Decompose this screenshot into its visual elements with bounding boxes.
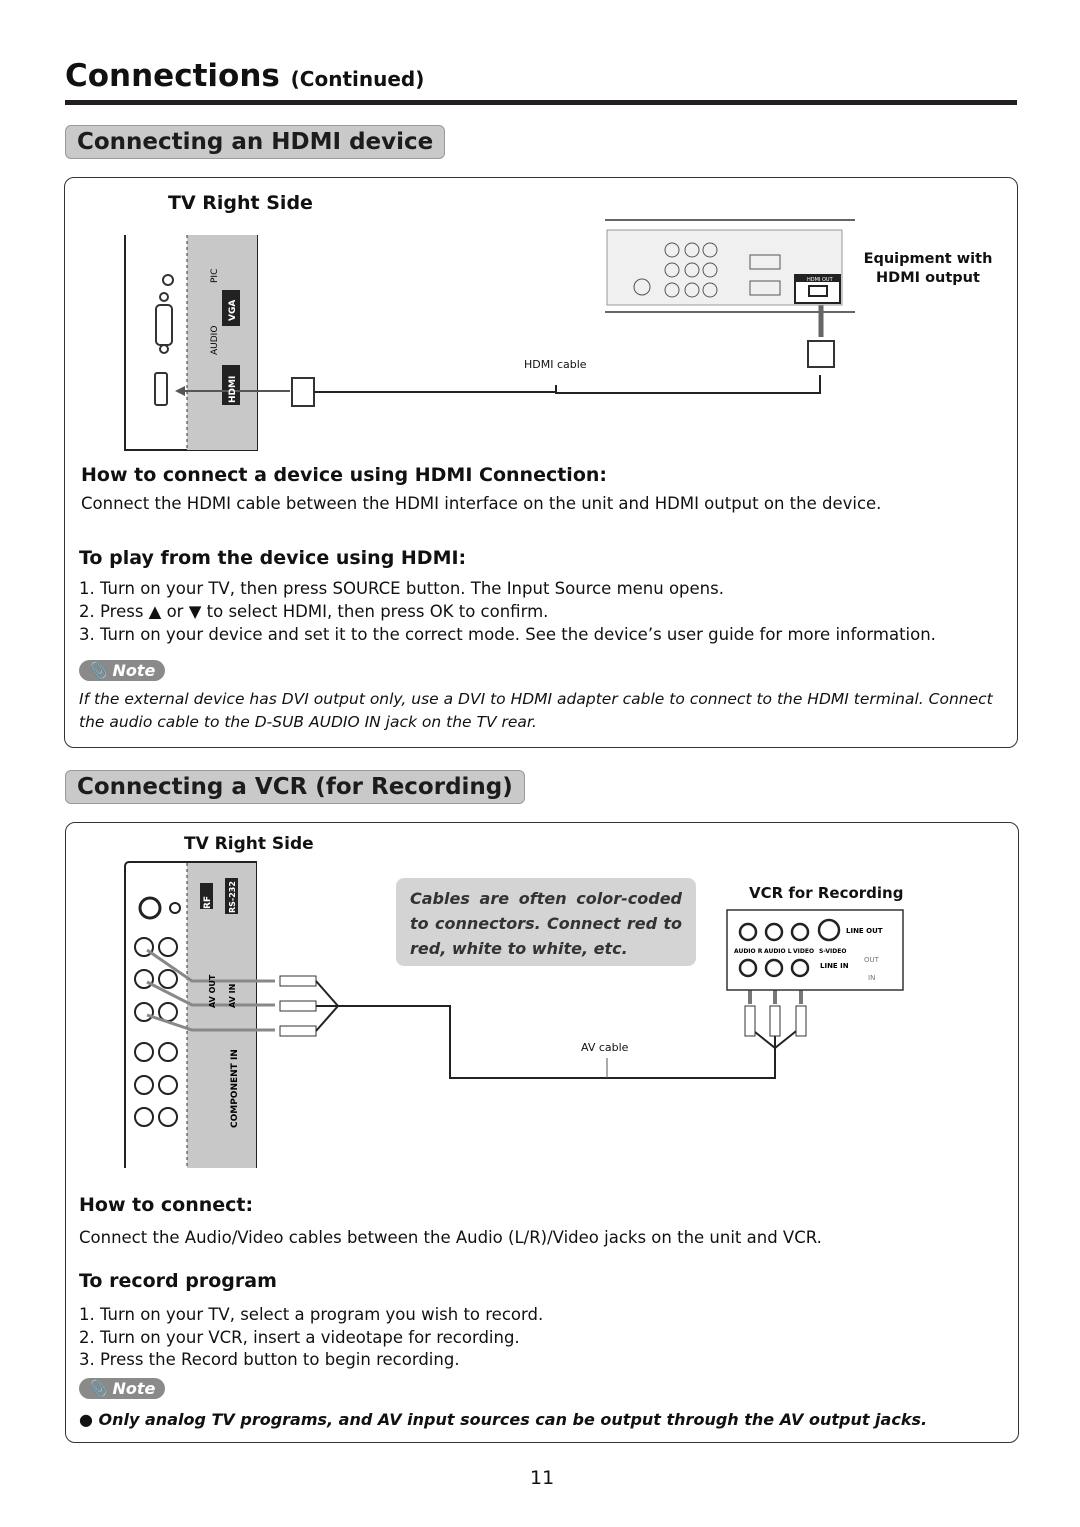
- play-hdmi-steps: 1. Turn on your TV, then press SOURCE bu…: [79, 577, 936, 646]
- tv-side-label-vcr: TV Right Side: [184, 834, 314, 854]
- pic-label: PIC: [210, 269, 220, 283]
- hdmi-out-label: HDMI OUT: [807, 277, 834, 283]
- vcr-note-text: ● Only analog TV programs, and AV input …: [79, 1410, 928, 1429]
- title-text: Connections: [65, 58, 280, 94]
- how-to-connect-hdmi-text: Connect the HDMI cable between the HDMI …: [81, 494, 882, 513]
- step-3: 3. Turn on your device and set it to the…: [79, 625, 936, 644]
- video-label: VIDEO: [793, 948, 814, 955]
- rf-label: RF: [203, 896, 213, 909]
- record-step-3: 3. Press the Record button to begin reco…: [79, 1350, 460, 1369]
- audio-l-label: AUDIO L: [764, 948, 792, 955]
- audio-label: AUDIO: [210, 326, 220, 355]
- page-title: Connections (Continued): [65, 58, 424, 94]
- rf-out-label: OUT: [864, 956, 880, 964]
- color-code-callout: Cables are often color-coded to connecto…: [396, 878, 696, 966]
- record-steps: 1. Turn on your TV, select a program you…: [79, 1304, 543, 1372]
- step-2: 2. Press ▲ or ▼ to select HDMI, then pre…: [79, 602, 549, 621]
- section-title-vcr: Connecting a VCR (for Recording): [65, 770, 525, 804]
- hdmi-cable-label: HDMI cable: [524, 358, 587, 371]
- equipment-label: Equipment with HDMI output: [862, 250, 994, 288]
- vga-label: VGA: [228, 300, 238, 321]
- equipment-label-line1: Equipment with: [863, 251, 993, 267]
- page-number: 11: [530, 1467, 555, 1489]
- hdmi-connection-diagram: PIC AUDIO VGA HDMI HDMI OUT: [124, 219, 855, 451]
- title-continued: (Continued): [290, 67, 425, 91]
- how-to-connect-vcr-text: Connect the Audio/Video cables between t…: [79, 1228, 822, 1247]
- hdmi-port-label: HDMI: [228, 376, 238, 403]
- paperclip-icon: 📎: [87, 661, 107, 680]
- hdmi-note-text: If the external device has DVI output on…: [79, 690, 993, 731]
- note-label-vcr: Note: [112, 1379, 156, 1398]
- section-title-hdmi: Connecting an HDMI device: [65, 125, 446, 159]
- note-label: Note: [112, 661, 156, 680]
- vcr-label: VCR for Recording: [749, 884, 904, 902]
- record-program-title: To record program: [79, 1270, 277, 1292]
- play-hdmi-title: To play from the device using HDMI:: [79, 547, 467, 569]
- av-in-label: AV IN: [228, 984, 237, 1008]
- line-in-label: LINE IN: [820, 962, 849, 970]
- audio-r-label: AUDIO R: [734, 948, 763, 955]
- record-step-2: 2. Turn on your VCR, insert a videotape …: [79, 1327, 520, 1347]
- how-to-connect-vcr-title: How to connect:: [79, 1194, 254, 1216]
- component-in-label: COMPONENT IN: [230, 1049, 240, 1128]
- rs232-label: RS-232: [228, 881, 237, 913]
- paperclip-icon: 📎: [87, 1379, 107, 1398]
- equipment-label-line2: HDMI output: [876, 270, 980, 286]
- record-step-1: 1. Turn on your TV, select a program you…: [79, 1305, 544, 1324]
- note-badge-vcr: 📎 Note: [79, 1378, 166, 1399]
- av-out-label: AV OUT: [208, 974, 217, 1008]
- note-badge: 📎 Note: [79, 660, 166, 681]
- how-to-connect-hdmi-title: How to connect a device using HDMI Conne…: [81, 464, 607, 486]
- tv-side-label: TV Right Side: [168, 192, 313, 214]
- line-out-label: LINE OUT: [846, 927, 883, 935]
- rf-in-label: IN: [868, 974, 875, 982]
- av-cable-label: AV cable: [581, 1041, 629, 1054]
- step-1: 1. Turn on your TV, then press SOURCE bu…: [79, 579, 724, 598]
- title-rule: [65, 100, 1017, 105]
- manual-page: Connections (Continued) Connecting an HD…: [0, 0, 1080, 1527]
- svideo-label: S-VIDEO: [819, 948, 846, 955]
